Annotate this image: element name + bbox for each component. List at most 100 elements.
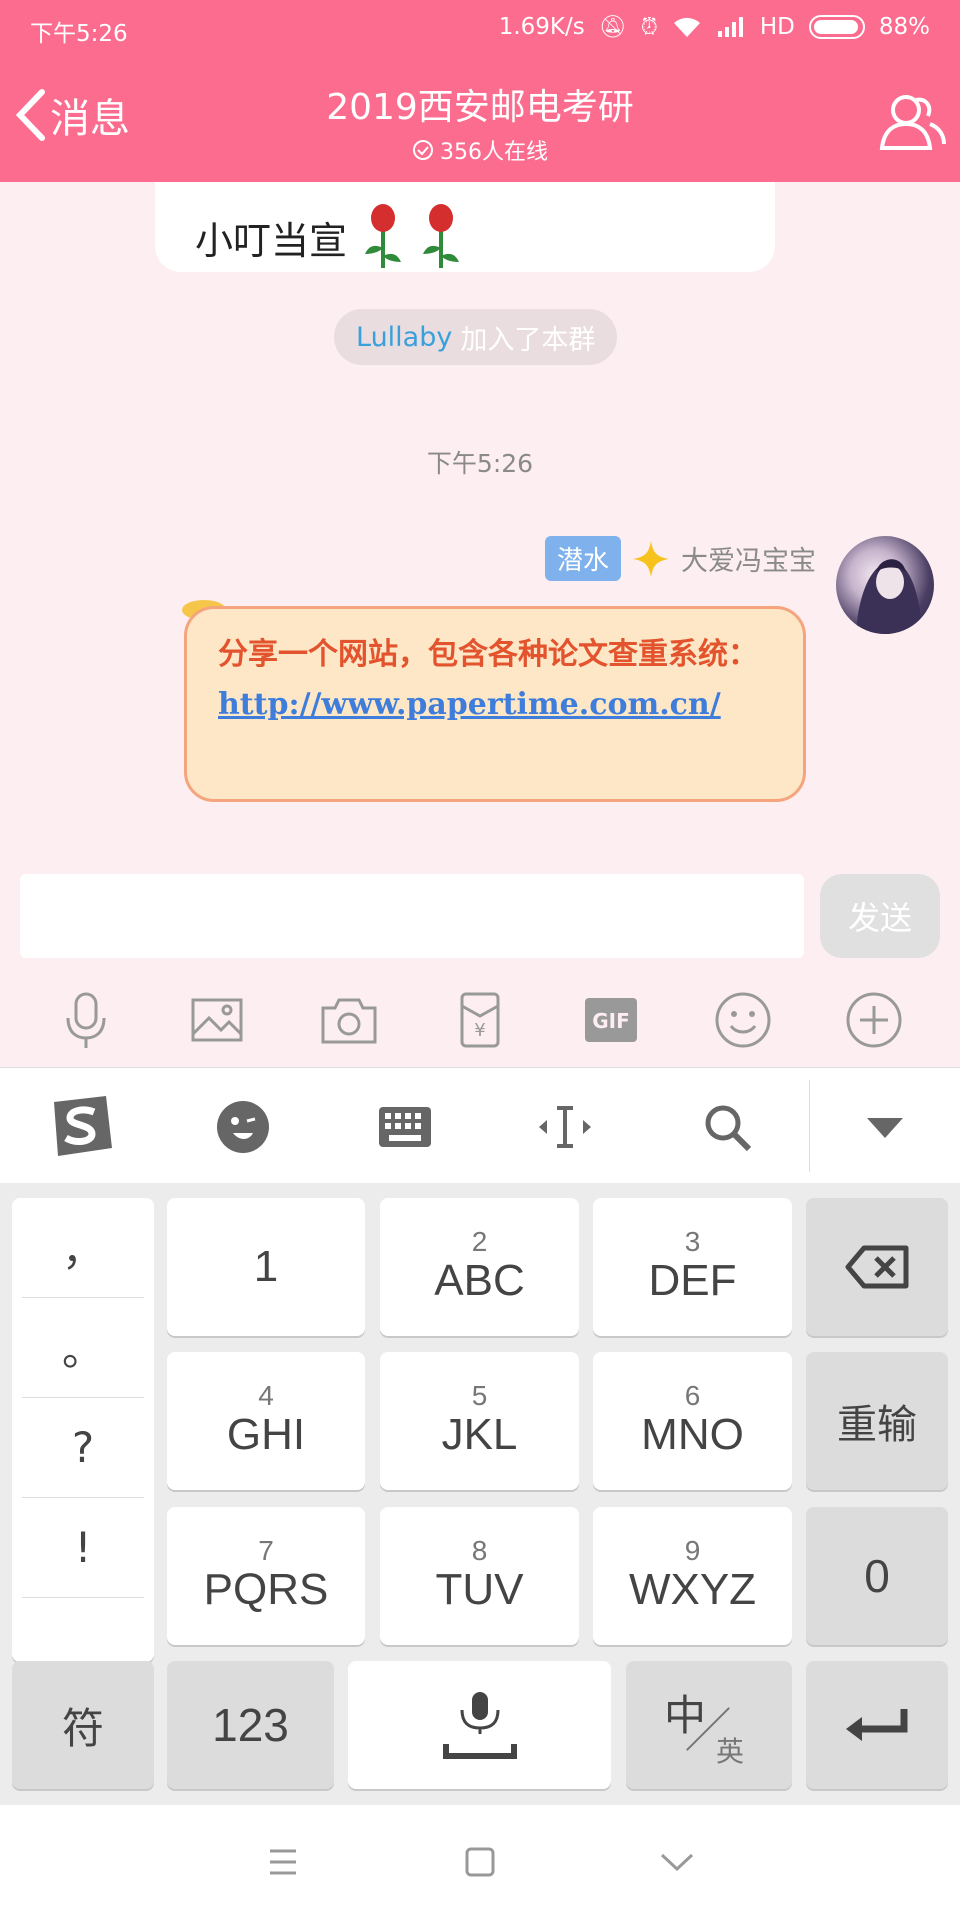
backspace-key[interactable] — [806, 1198, 948, 1336]
key-label: 符 — [61, 1704, 104, 1752]
key-9[interactable]: 9 WXYZ — [593, 1507, 792, 1645]
t9-keyboard: ， 。 ? ! 1 2 ABC 3 DEF 4 GHI 5 JKL 6 MNO … — [0, 1183, 960, 1805]
key-number: 7 — [258, 1535, 274, 1566]
message-timestamp: 下午5:26 — [426, 449, 534, 478]
input-toolbar: ¥ GIF — [0, 980, 960, 1060]
message-text: 分享一个网站，包含各种论文查重系统： http://www.papertime.c… — [218, 630, 778, 730]
gif-icon[interactable]: GIF — [579, 988, 643, 1052]
punct-period-key[interactable]: 。 — [22, 1298, 144, 1398]
punct-exclaim-key[interactable]: ! — [22, 1498, 144, 1598]
status-time: 下午5:26 — [30, 21, 128, 47]
key-7[interactable]: 7 PQRS — [167, 1507, 365, 1645]
sparkle-icon — [633, 540, 669, 577]
key-number: 2 — [471, 1226, 488, 1257]
group-members-icon[interactable] — [876, 84, 948, 156]
signal-icon — [717, 17, 743, 37]
key-6[interactable]: 6 MNO — [593, 1352, 792, 1490]
search-icon[interactable] — [690, 1090, 764, 1164]
enter-key[interactable] — [806, 1661, 948, 1789]
network-type: HD — [759, 14, 795, 40]
keyboard-icon[interactable] — [368, 1090, 442, 1164]
key-0[interactable]: 0 — [806, 1507, 948, 1645]
message-link[interactable]: http://www.papertime.com.cn/ — [218, 687, 721, 722]
key-number: 3 — [684, 1226, 701, 1257]
check-circle-icon — [413, 140, 433, 160]
rose-icon — [423, 204, 460, 268]
symbol-key[interactable]: 符 — [12, 1661, 154, 1789]
status-bar: 下午5:26 1.69K/s 🔕︎ ⏰︎ HD 88% — [0, 0, 960, 58]
system-nav-bar — [0, 1805, 960, 1920]
key-number: 9 — [684, 1535, 701, 1566]
camera-icon[interactable] — [317, 988, 381, 1052]
back-nav-icon[interactable] — [652, 1837, 702, 1887]
svg-text:¥: ¥ — [474, 1020, 485, 1041]
red-packet-icon[interactable]: ¥ — [448, 988, 512, 1052]
wifi-icon — [673, 17, 700, 37]
key-label: GHI — [226, 1410, 306, 1459]
key-label: DEF — [648, 1256, 737, 1305]
key-3[interactable]: 3 DEF — [593, 1198, 792, 1336]
key-1[interactable]: 1 — [167, 1198, 365, 1336]
battery-icon — [808, 15, 865, 39]
language-switch-key[interactable]: 中 英 — [626, 1661, 792, 1789]
chat-area[interactable]: 小叮当宣 Lullaby 加入了本群 下午5:26 潜水 大爱冯宝宝 分享一个网… — [0, 182, 960, 862]
avatar-image — [856, 559, 922, 634]
key-2[interactable]: 2 ABC — [380, 1198, 579, 1336]
avatar[interactable] — [836, 536, 934, 634]
enter-icon — [846, 1709, 908, 1741]
keyboard-toolbar — [0, 1067, 960, 1183]
input-bar: 发送 ¥ GIF — [0, 862, 960, 1067]
mute-bell-icon: 🔕︎ — [598, 14, 627, 40]
plus-icon[interactable] — [842, 988, 906, 1052]
joined-text: 加入了本群 — [460, 324, 596, 356]
sender-name[interactable]: 大爱冯宝宝 — [681, 539, 816, 578]
backspace-icon — [845, 1245, 909, 1289]
send-button[interactable]: 发送 — [820, 874, 940, 958]
key-label: TUV — [435, 1565, 524, 1614]
image-icon[interactable] — [185, 988, 249, 1052]
page-title: 2019西安邮电考研 — [326, 87, 634, 128]
header-title-block: 2019西安邮电考研 356人在线 — [0, 78, 960, 166]
home-icon[interactable] — [455, 1837, 505, 1887]
key-label: 0 — [864, 1550, 890, 1602]
key-label: JKL — [441, 1410, 518, 1459]
key-8[interactable]: 8 TUV — [380, 1507, 579, 1645]
online-count: 356人在线 — [440, 140, 548, 165]
online-status: 356人在线 — [0, 134, 960, 166]
collapse-icon[interactable] — [848, 1090, 922, 1164]
message-body: 分享一个网站，包含各种论文查重系统： — [218, 637, 758, 672]
key-4[interactable]: 4 GHI — [167, 1352, 365, 1490]
reenter-key[interactable]: 重输 — [806, 1352, 948, 1490]
lang-main: 中 — [664, 1692, 707, 1739]
sogou-logo-icon[interactable] — [44, 1090, 118, 1164]
joined-user-name[interactable]: Lullaby — [356, 322, 452, 353]
message-bubble[interactable]: 小叮当宣 — [155, 182, 775, 272]
key-label: PQRS — [203, 1565, 329, 1614]
punct-question-key[interactable]: ? — [22, 1398, 144, 1498]
key-label: 重输 — [837, 1403, 917, 1447]
key-label: 123 — [212, 1699, 289, 1751]
message-bubble-scroll[interactable]: 分享一个网站，包含各种论文查重系统： http://www.papertime.c… — [178, 592, 814, 804]
number-mode-key[interactable]: 123 — [167, 1661, 334, 1789]
key-label: WXYZ — [628, 1565, 757, 1614]
key-label: ABC — [434, 1256, 525, 1305]
punctuation-column[interactable]: ， 。 ? ! — [12, 1198, 154, 1662]
emoji-face-icon[interactable] — [206, 1090, 280, 1164]
lang-sub: 英 — [716, 1736, 745, 1767]
alarm-icon: ⏰︎ — [640, 14, 658, 40]
member-level-badge: 潜水 — [544, 536, 621, 581]
chat-header: 消息 2019西安邮电考研 356人在线 — [0, 58, 960, 182]
cursor-move-icon[interactable] — [528, 1090, 602, 1164]
key-number: 5 — [471, 1380, 488, 1411]
punct-comma-key[interactable]: ， — [22, 1198, 144, 1298]
rose-icon — [365, 204, 402, 268]
message-input[interactable] — [20, 874, 804, 958]
key-number: 4 — [258, 1380, 274, 1411]
emoji-icon[interactable] — [711, 988, 775, 1052]
svg-text:GIF: GIF — [593, 1009, 631, 1033]
space-key[interactable] — [348, 1661, 611, 1789]
key-5[interactable]: 5 JKL — [380, 1352, 579, 1490]
menu-icon[interactable] — [258, 1837, 308, 1887]
mic-icon[interactable] — [54, 988, 118, 1052]
status-right: 1.69K/s 🔕︎ ⏰︎ HD 88% — [499, 14, 930, 40]
